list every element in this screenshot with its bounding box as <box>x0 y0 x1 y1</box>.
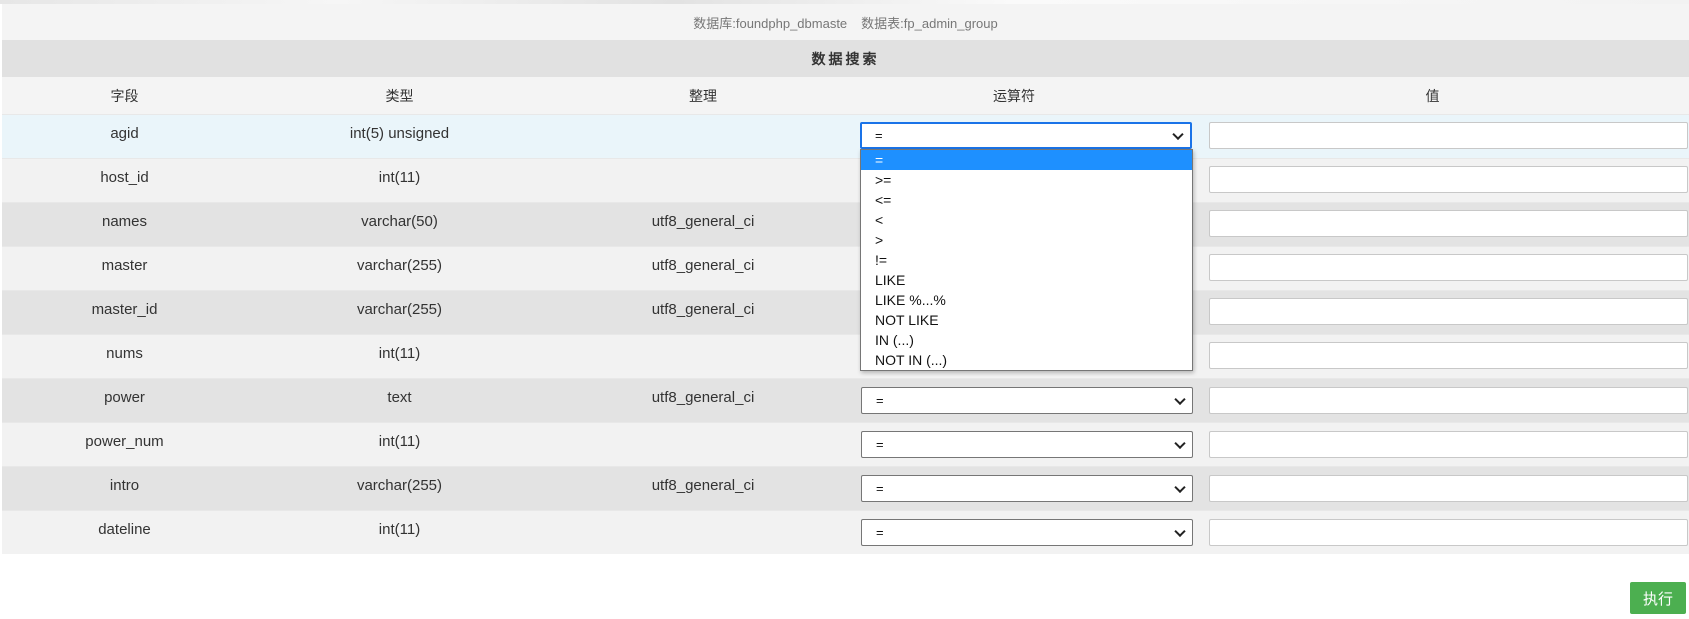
field-collation <box>552 423 854 466</box>
field-type: text <box>387 389 412 406</box>
field-type: int(11) <box>378 345 421 362</box>
value-input[interactable] <box>1209 254 1688 281</box>
field-type: varchar(50) <box>361 213 438 230</box>
database-name: 数据库:foundphp_dbmaste <box>693 15 848 31</box>
dropdown-option[interactable]: < <box>861 210 1192 230</box>
dropdown-option[interactable]: NOT IN (...) <box>861 350 1192 370</box>
field-collation: utf8_general_ci <box>651 477 755 494</box>
chevron-down-icon <box>1174 393 1186 405</box>
value-input[interactable] <box>1209 342 1688 369</box>
operator-select[interactable]: = <box>861 431 1193 458</box>
operator-dropdown-list: = >= <= < > != LIKE LIKE %...% NOT LIKE … <box>860 149 1193 371</box>
field-name: names <box>101 213 148 230</box>
field-type: varchar(255) <box>356 257 443 274</box>
value-input[interactable] <box>1209 122 1688 149</box>
value-input[interactable] <box>1209 475 1688 502</box>
field-collation: utf8_general_ci <box>651 257 755 274</box>
field-type: int(11) <box>378 521 421 538</box>
chevron-down-icon <box>1174 525 1186 537</box>
operator-value: = <box>876 393 884 408</box>
field-collation <box>552 159 854 202</box>
chevron-down-icon <box>1172 128 1184 140</box>
field-type: varchar(255) <box>356 477 443 494</box>
operator-select[interactable]: = <box>861 519 1193 546</box>
dropdown-option[interactable]: > <box>861 230 1192 250</box>
value-input[interactable] <box>1209 210 1688 237</box>
field-collation <box>552 335 854 378</box>
value-input[interactable] <box>1209 431 1688 458</box>
dropdown-option[interactable]: NOT LIKE <box>861 310 1192 330</box>
db-info-bar: 数据库:foundphp_dbmaste 数据表:fp_admin_group <box>2 4 1689 40</box>
field-name: dateline <box>98 521 151 538</box>
execute-button[interactable]: 执行 <box>1630 582 1686 614</box>
table-row: dateline int(11) = <box>2 510 1689 554</box>
field-name: power <box>104 389 145 406</box>
table-header: 字段 类型 整理 运算符 值 <box>2 77 1689 114</box>
field-name: agid <box>110 125 139 142</box>
dropdown-option[interactable]: IN (...) <box>861 330 1192 350</box>
chevron-down-icon <box>1174 437 1186 449</box>
field-name: nums <box>106 345 143 362</box>
table-name: 数据表:fp_admin_group <box>861 15 998 31</box>
field-name: host_id <box>100 169 149 186</box>
field-type: varchar(255) <box>356 301 443 318</box>
value-input[interactable] <box>1209 519 1688 546</box>
dropdown-option[interactable]: = <box>861 150 1192 170</box>
field-collation: utf8_general_ci <box>651 389 755 406</box>
header-type: 类型 <box>385 87 414 104</box>
header-operator: 运算符 <box>993 87 1035 104</box>
table-row: power_num int(11) = <box>2 422 1689 466</box>
field-collation <box>552 115 854 158</box>
field-name: intro <box>109 477 140 494</box>
field-name: master <box>101 257 148 274</box>
header-collation: 整理 <box>689 87 717 104</box>
value-input[interactable] <box>1209 298 1688 325</box>
field-collation: utf8_general_ci <box>651 301 755 318</box>
field-type: int(11) <box>378 433 421 450</box>
header-field: 字段 <box>110 87 139 104</box>
dropdown-option[interactable]: <= <box>861 190 1192 210</box>
search-title: 数据搜索 <box>2 40 1689 77</box>
field-collation: utf8_general_ci <box>651 213 755 230</box>
chevron-down-icon <box>1174 481 1186 493</box>
value-input[interactable] <box>1209 387 1688 414</box>
field-type: int(11) <box>378 169 421 186</box>
operator-value: = <box>876 481 884 496</box>
field-type: int(5) unsigned <box>349 125 450 142</box>
table-row: intro varchar(255) utf8_general_ci = <box>2 466 1689 510</box>
dropdown-option[interactable]: LIKE <box>861 270 1192 290</box>
field-collation <box>552 511 854 554</box>
dropdown-option[interactable]: LIKE %...% <box>861 290 1192 310</box>
operator-select-open[interactable]: = <box>860 122 1192 149</box>
operator-value: = <box>875 128 883 143</box>
dropdown-option[interactable]: >= <box>861 170 1192 190</box>
value-input[interactable] <box>1209 166 1688 193</box>
operator-value: = <box>876 525 884 540</box>
field-name: master_id <box>91 301 158 318</box>
operator-value: = <box>876 437 884 452</box>
dropdown-option[interactable]: != <box>861 250 1192 270</box>
operator-select[interactable]: = <box>861 387 1193 414</box>
header-value: 值 <box>1425 87 1440 104</box>
field-name: power_num <box>85 433 164 450</box>
table-row: power text utf8_general_ci = <box>2 378 1689 422</box>
operator-select[interactable]: = <box>861 475 1193 502</box>
